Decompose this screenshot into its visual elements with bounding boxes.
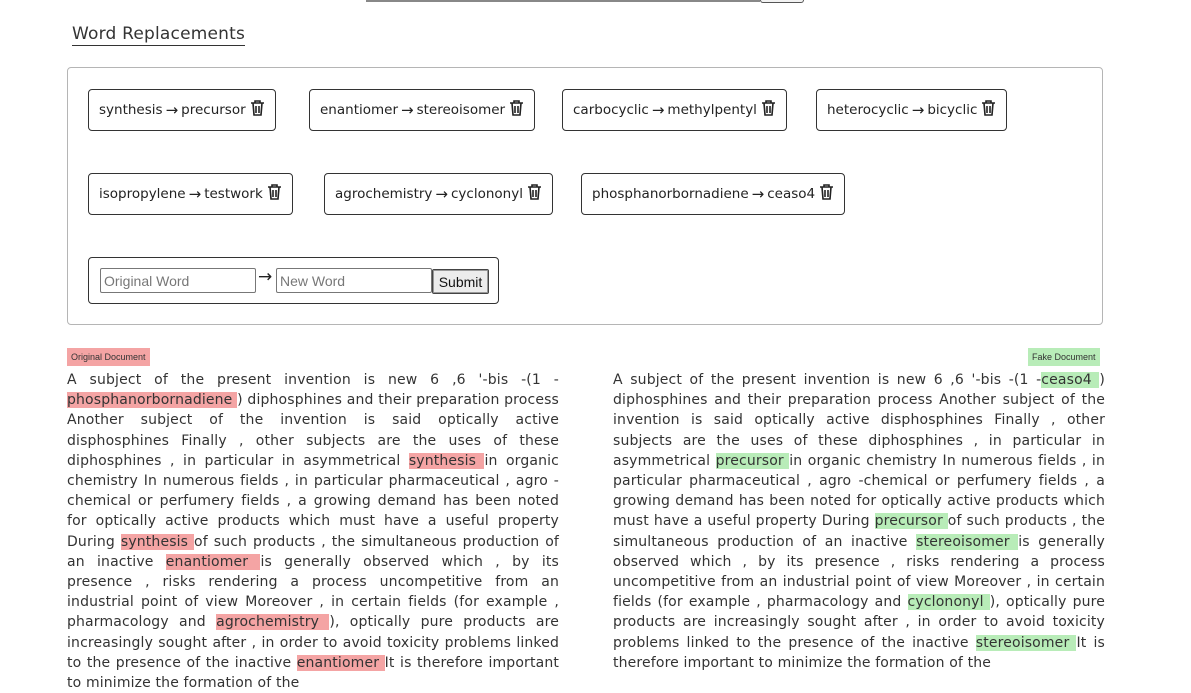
chip-original-word: phosphanorbornadiene bbox=[592, 186, 749, 202]
replacement-chip: isopropylene → testwork bbox=[88, 173, 293, 215]
fake-document-text: A subject of the present invention is ne… bbox=[613, 370, 1105, 673]
chip-new-word: ceaso4 bbox=[767, 186, 816, 202]
highlighted-word: phosphanorbornadiene bbox=[67, 392, 238, 409]
top-search-underline bbox=[366, 0, 760, 2]
chip-original-word: heterocyclic bbox=[827, 102, 909, 118]
arrow-right-icon: → bbox=[401, 101, 414, 119]
highlighted-word: synthesis bbox=[120, 533, 195, 550]
highlighted-word: precursor bbox=[874, 513, 948, 530]
arrow-right-icon: → bbox=[435, 185, 448, 203]
trash-icon[interactable] bbox=[250, 100, 265, 120]
highlighted-word: agrochemistry bbox=[216, 614, 330, 631]
highlighted-word: enantiomer bbox=[296, 654, 385, 671]
chip-original-word: synthesis bbox=[99, 102, 163, 118]
highlighted-word: cyclononyl bbox=[907, 594, 990, 611]
trash-icon[interactable] bbox=[267, 184, 282, 204]
add-replacement-form: → Submit bbox=[88, 257, 499, 304]
replacement-chip: synthesis → precursor bbox=[88, 89, 276, 131]
submit-button[interactable]: Submit bbox=[432, 269, 489, 294]
replacement-chip: carbocyclic → methylpentyl bbox=[562, 89, 787, 131]
fake-document-label: Fake Document bbox=[1028, 348, 1100, 366]
chip-new-word: testwork bbox=[204, 186, 263, 202]
replacement-chip: enantiomer → stereoisomer bbox=[309, 89, 536, 131]
trash-icon[interactable] bbox=[527, 184, 542, 204]
new-word-input[interactable] bbox=[276, 268, 432, 293]
top-search-button[interactable] bbox=[760, 0, 804, 3]
chip-original-word: carbocyclic bbox=[573, 102, 649, 118]
highlighted-word: enantiomer bbox=[165, 553, 261, 570]
arrow-right-icon: → bbox=[651, 101, 665, 119]
arrow-right-icon: → bbox=[165, 101, 179, 119]
chip-new-word: bicyclic bbox=[927, 102, 978, 118]
highlighted-word: synthesis bbox=[408, 452, 485, 469]
page-title: Word Replacements bbox=[72, 24, 246, 46]
arrow-right-icon: → bbox=[258, 267, 273, 287]
trash-icon[interactable] bbox=[981, 100, 996, 120]
document-text-segment: A subject of the present invention is ne… bbox=[613, 372, 1042, 388]
highlighted-word: stereoisomer bbox=[975, 634, 1077, 651]
highlighted-word: ceaso4 bbox=[1041, 372, 1100, 388]
document-text-segment: A subject of the present invention is ne… bbox=[67, 372, 559, 388]
chip-new-word: precursor bbox=[181, 102, 246, 118]
chip-new-word: stereoisomer bbox=[416, 102, 506, 118]
highlighted-word: precursor bbox=[715, 452, 790, 469]
chip-original-word: enantiomer bbox=[320, 102, 399, 118]
trash-icon[interactable] bbox=[819, 184, 834, 204]
chip-original-word: isopropylene bbox=[99, 186, 186, 202]
arrow-right-icon: → bbox=[751, 185, 765, 203]
replacement-chip: heterocyclic → bicyclic bbox=[816, 89, 1008, 131]
arrow-right-icon: → bbox=[188, 185, 202, 203]
trash-icon[interactable] bbox=[509, 100, 524, 120]
arrow-right-icon: → bbox=[911, 101, 925, 119]
original-document-text: A subject of the present invention is ne… bbox=[67, 370, 559, 693]
replacement-chip: phosphanorbornadiene → ceaso4 bbox=[581, 173, 846, 215]
chip-new-word: cyclononyl bbox=[451, 186, 523, 202]
original-document-label: Original Document bbox=[67, 348, 150, 366]
chip-original-word: agrochemistry bbox=[335, 186, 433, 202]
replacement-chip: agrochemistry → cyclononyl bbox=[324, 173, 553, 215]
chip-new-word: methylpentyl bbox=[667, 102, 757, 118]
original-word-input[interactable] bbox=[100, 268, 256, 293]
highlighted-word: stereoisomer bbox=[916, 533, 1019, 550]
trash-icon[interactable] bbox=[761, 100, 776, 120]
